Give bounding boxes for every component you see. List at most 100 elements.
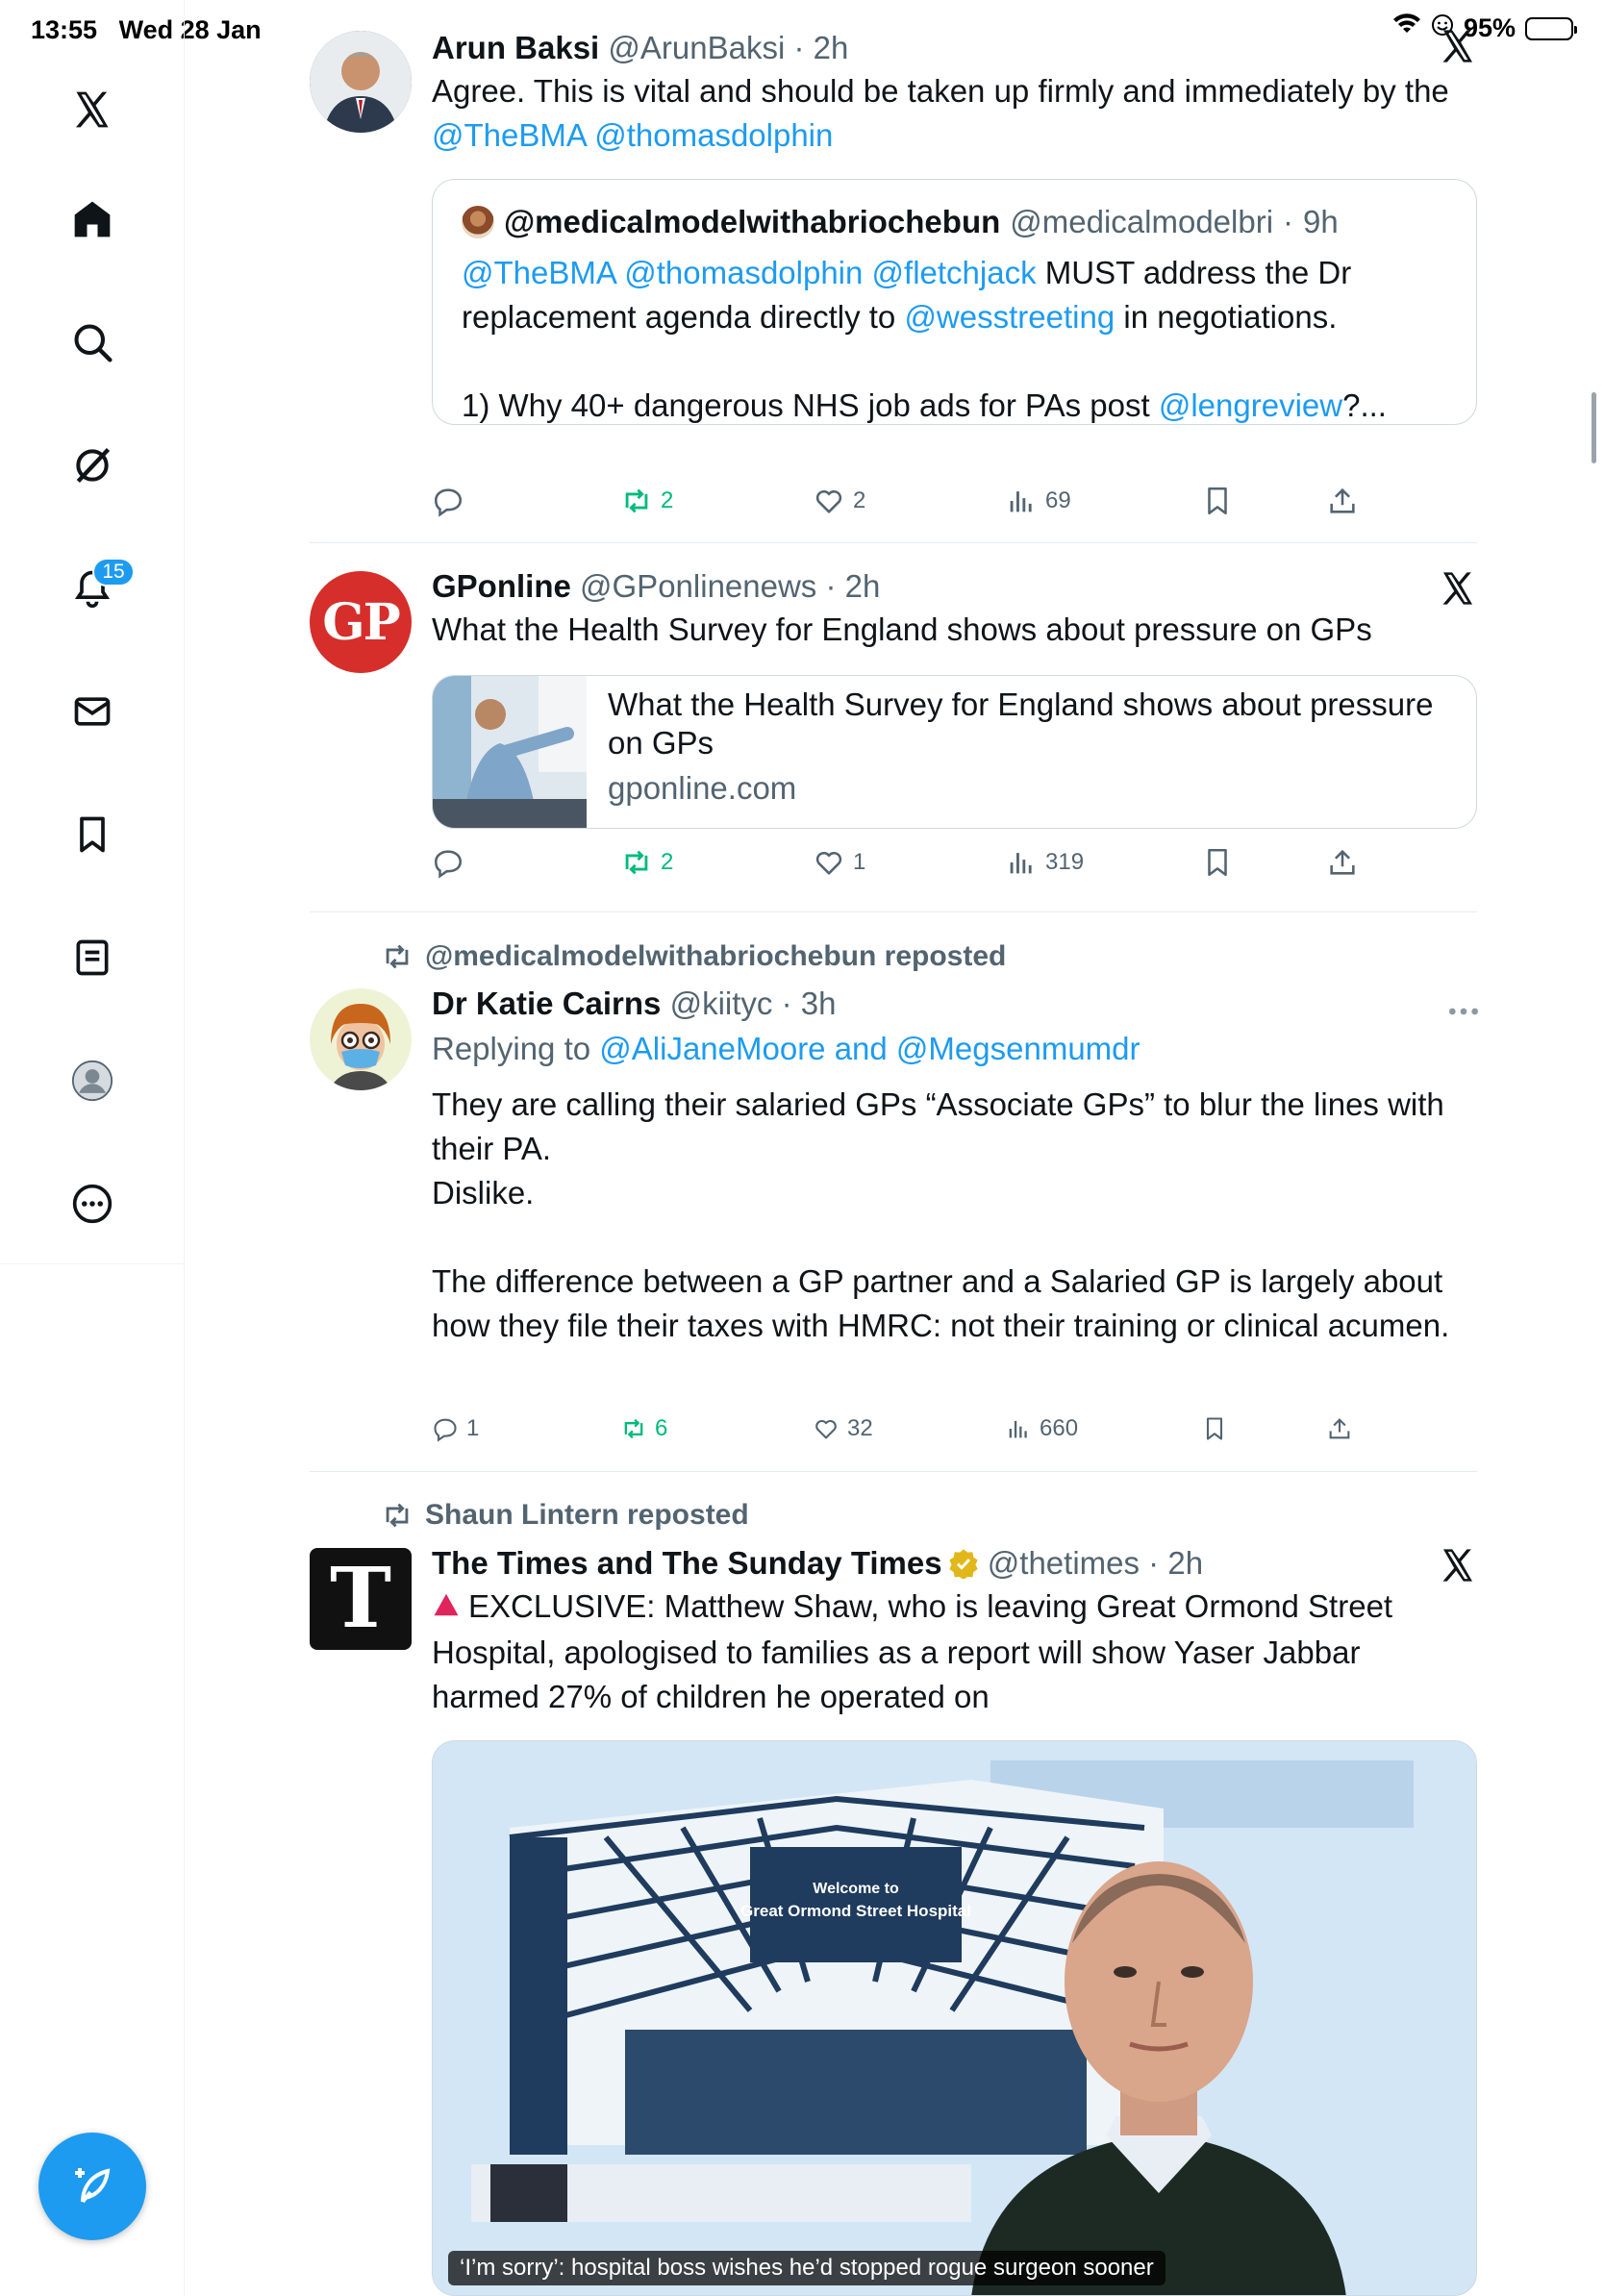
grok-icon[interactable] [63, 437, 121, 494]
views-button[interactable]: 69 [1005, 485, 1071, 517]
quote-author-name: @medicalmodelwithabriochebun [504, 204, 1001, 239]
x-logo-icon[interactable] [63, 81, 121, 138]
repost-icon [386, 1503, 409, 1528]
replying-to-users[interactable]: @AliJaneMoore and @Megsenmumdr [599, 1031, 1140, 1066]
share-icon [1329, 1418, 1350, 1439]
views-icon [1010, 491, 1032, 512]
heart-icon [815, 489, 842, 513]
replying-label: Replying to [432, 1031, 600, 1066]
more-options-icon[interactable] [1444, 992, 1483, 1031]
quote-text-part: 1) Why 40+ dangerous NHS job ads for PAs… [462, 387, 1159, 423]
author-name[interactable]: The Times and The Sunday Times [432, 1545, 942, 1581]
share-button[interactable] [1326, 1415, 1353, 1442]
reply-button[interactable] [432, 846, 472, 879]
home-icon[interactable] [63, 190, 121, 248]
views-icon [1009, 1420, 1027, 1438]
reply-count: 1 [466, 1415, 480, 1441]
sidebar-divider [0, 1263, 185, 1264]
like-button[interactable]: 1 [813, 846, 865, 879]
quote-text: @TheBMA @thomasdolphin @fletchjack MUST … [462, 251, 1447, 339]
like-button[interactable]: 2 [813, 485, 865, 517]
tweet-header: Dr Katie Cairns @kiityc · 3h [432, 983, 1477, 1025]
profile-icon[interactable] [63, 1052, 121, 1110]
author-name[interactable]: Arun Baksi [432, 30, 599, 65]
tweet-time[interactable]: 2h [1167, 1545, 1203, 1581]
replying-to: Replying to @AliJaneMoore and @Megsenmum… [432, 1027, 1477, 1071]
quote-mention[interactable]: @wesstreeting [904, 299, 1115, 335]
views-button[interactable]: 319 [1005, 846, 1084, 879]
like-count: 1 [853, 849, 866, 875]
tweet-text-para2: Dislike. [432, 1175, 535, 1210]
compose-button[interactable] [38, 2133, 146, 2240]
repost-button[interactable]: 2 [620, 485, 673, 517]
author-name[interactable]: GPonline [432, 568, 571, 604]
avatar[interactable]: T [310, 1548, 412, 1650]
reply-icon [434, 1418, 457, 1442]
tweet-actions: 2 2 69 [432, 485, 1393, 527]
author-handle[interactable]: @ArunBaksi [608, 30, 785, 65]
scrollbar[interactable] [1591, 392, 1596, 463]
repost-button[interactable]: 2 [620, 846, 673, 879]
tweet-time[interactable]: 3h [801, 986, 837, 1021]
bookmark-button[interactable] [1201, 485, 1234, 517]
like-button[interactable]: 32 [813, 1415, 873, 1442]
tweet-time[interactable]: 2h [845, 568, 881, 604]
tweet-media-image[interactable]: Welcome to Great Ormond Street Hospital … [432, 1740, 1477, 2296]
share-button[interactable] [1326, 846, 1359, 879]
tweet-text: What the Health Survey for England shows… [432, 611, 1372, 647]
separator: · [1148, 1545, 1160, 1581]
bookmark-icon [1208, 487, 1227, 515]
bookmark-button[interactable] [1201, 1415, 1228, 1442]
x-logo-icon [1439, 1546, 1477, 1585]
tweet-header: GPonline @GPonlinenews · 2h [432, 565, 1477, 608]
avatar-logo-text: GP [322, 592, 401, 652]
search-icon[interactable] [63, 313, 121, 371]
quote-text-part: ?... [1342, 387, 1387, 423]
author-handle[interactable]: @thetimes [988, 1545, 1140, 1581]
author-handle[interactable]: @kiityc [670, 986, 773, 1021]
quote-header: @medicalmodelwithabriochebun @medicalmod… [462, 201, 1447, 243]
tweet-text-body: Agree. This is vital and should be taken… [432, 73, 1449, 109]
tweet-text-body: EXCLUSIVE: Matthew Shaw, who is leaving … [432, 1588, 1393, 1714]
quote-author-handle: @medicalmodelbri [1010, 204, 1274, 239]
tweet[interactable]: Arun Baksi @ArunBaksi · 2h Agree. This i… [310, 27, 1477, 537]
link-card[interactable]: What the Health Survey for England shows… [432, 675, 1477, 829]
avatar[interactable] [310, 988, 412, 1090]
tweet[interactable]: Dr Katie Cairns @kiityc · 3h Replying to… [310, 983, 1478, 1463]
reply-button[interactable] [432, 485, 472, 517]
views-button[interactable]: 660 [1005, 1415, 1078, 1442]
author-name[interactable]: Dr Katie Cairns [432, 986, 661, 1021]
repost-indicator[interactable]: Shaun Lintern reposted [381, 1499, 749, 1532]
tweet-actions: 2 1 319 [432, 846, 1393, 888]
repost-button[interactable]: 6 [620, 1415, 667, 1442]
bookmark-button[interactable] [1201, 846, 1234, 879]
reply-button[interactable]: 1 [432, 1415, 479, 1442]
separator: · [781, 986, 792, 1021]
media-caption: ‘I’m sorry’: hospital boss wishes he’d s… [448, 2251, 1165, 2285]
views-icon [1010, 853, 1032, 874]
quote-mentions[interactable]: @TheBMA @thomasdolphin @fletchjack [462, 255, 1037, 290]
lists-icon[interactable] [63, 929, 121, 986]
tweet[interactable]: GP GPonline @GPonlinenews · 2h What the … [310, 565, 1477, 892]
tweet[interactable]: T The Times and The Sunday Times @thetim… [310, 1542, 1477, 2296]
repost-indicator[interactable]: @medicalmodelwithabriochebun reposted [381, 940, 1006, 973]
bookmarks-icon[interactable] [63, 806, 121, 863]
quote-time: 9h [1303, 204, 1339, 239]
avatar[interactable]: GP [310, 571, 412, 673]
messages-icon[interactable] [63, 683, 121, 740]
share-icon [1330, 849, 1355, 875]
reply-icon [434, 850, 463, 879]
share-button[interactable] [1326, 485, 1359, 517]
tweet-time[interactable]: 2h [814, 30, 849, 65]
tweet-text: Agree. This is vital and should be taken… [432, 69, 1470, 158]
author-handle[interactable]: @GPonlinenews [580, 568, 816, 604]
avatar[interactable] [310, 31, 412, 133]
repost-count: 2 [661, 849, 674, 875]
mention-links[interactable]: @TheBMA @thomasdolphin [432, 117, 833, 153]
tweet-header: Arun Baksi @ArunBaksi · 2h [432, 27, 1477, 69]
quote-mention[interactable]: @lengreview [1159, 387, 1342, 423]
more-icon[interactable] [63, 1175, 121, 1233]
quoted-tweet[interactable]: @medicalmodelwithabriochebun @medicalmod… [432, 179, 1477, 425]
link-card-image [433, 676, 587, 828]
separator: · [793, 30, 805, 65]
